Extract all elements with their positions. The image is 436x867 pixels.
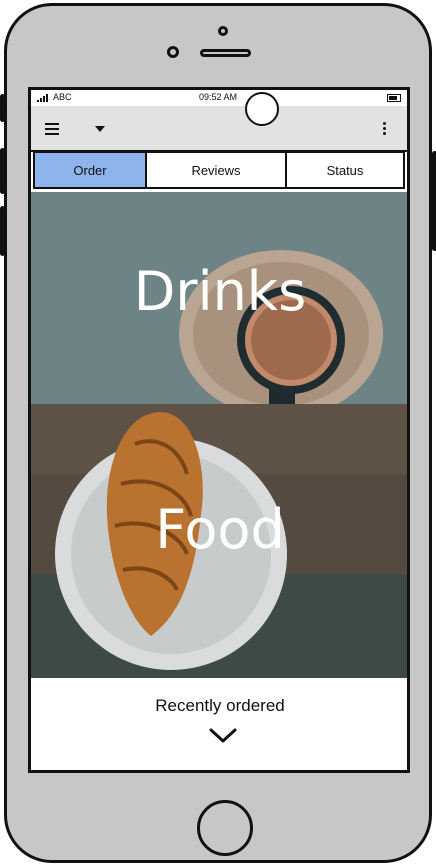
phone-screen: ABC 09:52 AM Order Reviews Status Drinks bbox=[28, 87, 410, 773]
tab-reviews[interactable]: Reviews bbox=[147, 153, 287, 187]
battery-icon bbox=[387, 94, 401, 102]
power-button bbox=[432, 151, 436, 251]
chevron-down-icon[interactable] bbox=[209, 728, 237, 744]
clock: 09:52 AM bbox=[199, 92, 238, 102]
volume-up-button bbox=[0, 148, 5, 194]
mute-switch bbox=[0, 94, 5, 122]
proximity-sensor bbox=[218, 26, 228, 36]
carrier-name: ABC bbox=[53, 92, 72, 102]
kebab-more-icon[interactable] bbox=[383, 122, 387, 137]
drinks-category-tile[interactable]: Drinks bbox=[31, 192, 407, 404]
volume-down-button bbox=[0, 206, 5, 256]
food-label: Food bbox=[155, 498, 285, 561]
caret-down-icon[interactable] bbox=[95, 126, 105, 132]
tab-status[interactable]: Status bbox=[287, 153, 403, 187]
recently-ordered-label: Recently ordered bbox=[155, 696, 285, 715]
home-button[interactable] bbox=[197, 800, 253, 856]
food-category-tile[interactable]: Food bbox=[31, 404, 407, 678]
tab-bar: Order Reviews Status bbox=[33, 151, 405, 189]
drinks-label: Drinks bbox=[133, 260, 307, 323]
front-camera bbox=[167, 46, 179, 58]
hamburger-menu-icon[interactable] bbox=[45, 123, 59, 135]
earpiece-speaker bbox=[200, 49, 251, 57]
tap-indicator-circle bbox=[245, 92, 279, 126]
recently-ordered-panel[interactable]: Recently ordered bbox=[31, 678, 407, 770]
app-bar bbox=[31, 106, 407, 152]
signal-icon bbox=[37, 94, 48, 102]
tab-order[interactable]: Order bbox=[35, 153, 147, 187]
status-bar: ABC 09:52 AM bbox=[31, 90, 407, 106]
